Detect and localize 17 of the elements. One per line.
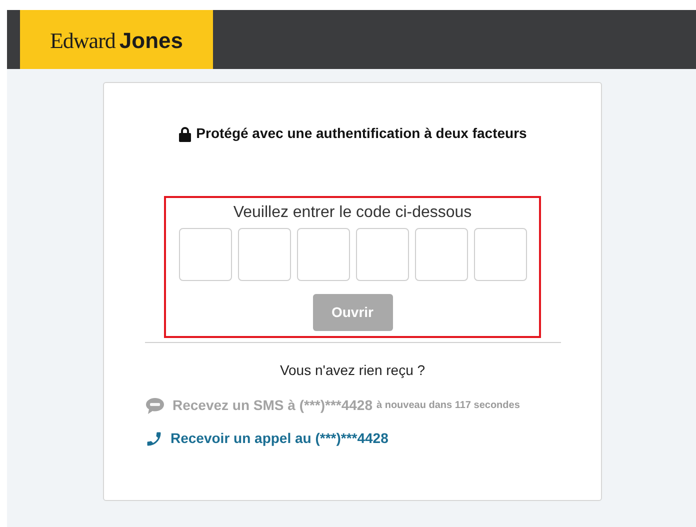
card-title: Protégé avec une authentification à deux facteurs bbox=[196, 124, 527, 143]
digit-field[interactable] bbox=[296, 228, 350, 281]
logo-text: Edward bbox=[50, 27, 116, 55]
phone-icon bbox=[144, 430, 162, 448]
resend-prompt: Vous n'avez rien reçu ? bbox=[280, 361, 426, 380]
logo-text: Jones bbox=[119, 27, 183, 55]
logo[interactable]: Edward Jones bbox=[20, 10, 213, 69]
chat-bubble-icon bbox=[144, 396, 164, 414]
digit-field[interactable] bbox=[178, 228, 232, 281]
digit-field[interactable] bbox=[474, 228, 526, 281]
digit-field[interactable] bbox=[356, 228, 408, 281]
code-prompt: Veuillez entrer le code ci-dessous bbox=[233, 203, 472, 223]
countdown-note: à nouveau dans 117 secondes bbox=[376, 399, 520, 413]
digit-field[interactable] bbox=[414, 228, 468, 281]
digit-field[interactable] bbox=[238, 228, 290, 281]
lock-icon bbox=[178, 126, 192, 142]
call-link[interactable]: Recevoir un appel au (***)***4428 bbox=[170, 428, 388, 449]
